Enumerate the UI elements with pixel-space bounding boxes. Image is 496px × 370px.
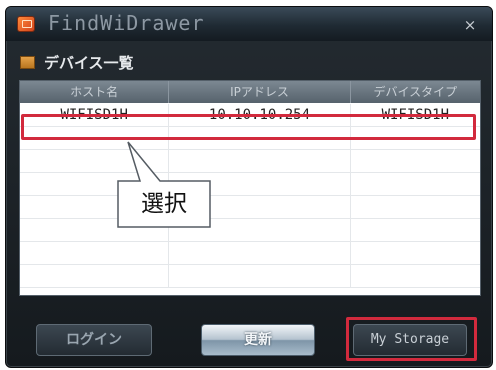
cell-ip-address[interactable]: 10.10.10.254 <box>169 104 351 126</box>
empty-row <box>20 196 480 219</box>
cell-hostname[interactable]: WIFISD1H <box>20 104 170 126</box>
column-header-ip-address[interactable]: IPアドレス <box>169 81 351 103</box>
folder-icon <box>20 55 35 69</box>
device-list-label: デバイス一覧 <box>44 53 134 72</box>
refresh-button[interactable]: 更新 <box>201 324 315 356</box>
empty-row <box>20 150 480 173</box>
my-storage-button[interactable]: My Storage <box>353 324 467 356</box>
empty-row <box>20 242 480 265</box>
empty-row <box>20 265 480 288</box>
cell-device-type[interactable]: WIFISD1H <box>351 104 480 126</box>
callout-text: 選択 <box>141 191 187 217</box>
close-icon[interactable]: × <box>462 17 478 33</box>
empty-row <box>20 219 480 242</box>
login-button[interactable]: ログイン <box>36 324 152 356</box>
window-title: FindWiDrawer <box>48 11 205 35</box>
column-header-hostname[interactable]: ホスト名 <box>20 81 170 103</box>
device-list-header: デバイス一覧 <box>20 52 134 72</box>
table-row[interactable]: WIFISD1H 10.10.10.254 WIFISD1H <box>20 104 480 127</box>
app-icon <box>18 17 34 31</box>
empty-row <box>20 127 480 150</box>
column-header-device-type[interactable]: デバイスタイプ <box>351 81 480 103</box>
title-bar[interactable]: FindWiDrawer × <box>6 7 492 41</box>
table-header: ホスト名 IPアドレス デバイスタイプ <box>20 81 480 103</box>
device-table: ホスト名 IPアドレス デバイスタイプ WIFISD1H 10.10.10.25… <box>19 80 481 296</box>
empty-row <box>20 173 480 196</box>
